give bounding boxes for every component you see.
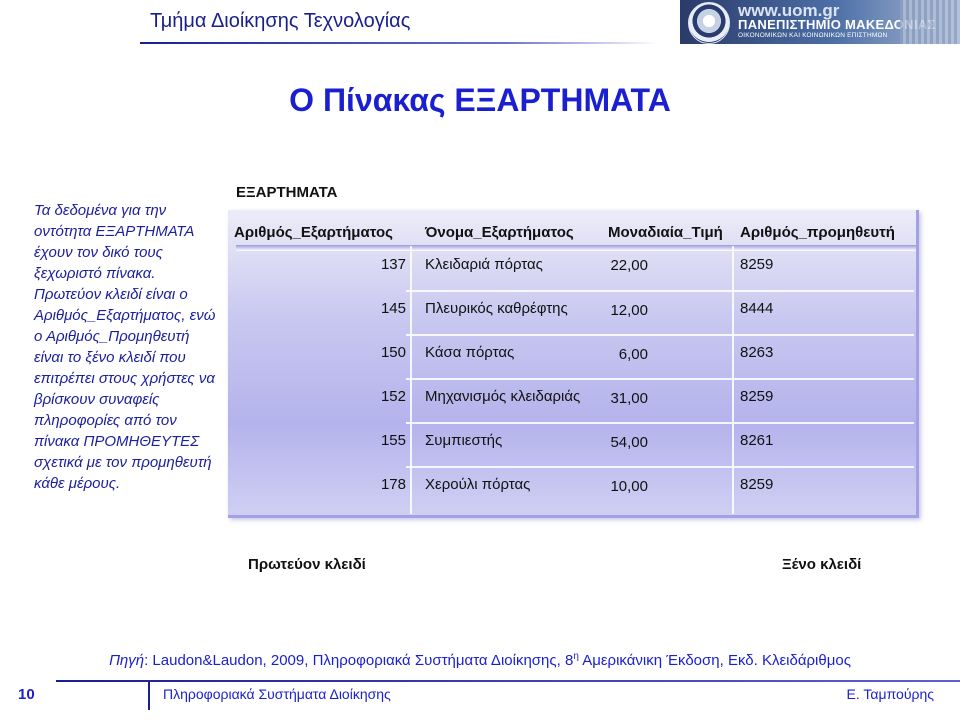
supplier-no-cell: 8263 — [740, 344, 774, 361]
slide-title: Ο Πίνακας ΕΞΑΡΤΗΜΑΤΑ — [289, 82, 671, 118]
part-name-cell: Πλευρικός καθρέφτης — [425, 300, 568, 317]
part-name-cell: Μηχανισμός κλειδαριάς — [425, 388, 581, 405]
unit-price-cell: 12,00 — [610, 302, 648, 319]
column-separator — [732, 246, 734, 514]
row-divider — [406, 290, 914, 292]
part-no-cell: 150 — [380, 344, 406, 361]
primary-key-label: Πρωτεύον κλειδί — [248, 556, 366, 573]
supplier-no-cell: 8259 — [740, 388, 774, 405]
row-divider — [406, 466, 914, 468]
column-header-part-no: Αριθμός_Εξαρτήματος — [234, 224, 393, 241]
course-name: Πληροφοριακά Συστήματα Διοίκησης — [163, 686, 391, 702]
building-image — [900, 0, 960, 44]
unit-price-cell: 22,00 — [610, 257, 648, 274]
unit-price-cell: 6,00 — [618, 346, 648, 363]
part-name-cell: Χερούλι πόρτας — [425, 476, 531, 493]
author-name: Ε. Ταμπούρης — [846, 686, 934, 702]
supplier-no-cell: 8259 — [740, 256, 774, 273]
source-label: Πηγή — [109, 652, 145, 669]
supplier-no-cell: 8444 — [740, 300, 774, 317]
university-logo-banner: www.uom.gr ΠΑΝΕΠΙΣΤΗΜΙΟ ΜΑΚΕΔΟΝΙΑΣ ΟΙΚΟΝ… — [680, 0, 960, 44]
supplier-no-cell: 8261 — [740, 432, 774, 449]
part-name-cell: Κλειδαριά πόρτας — [425, 256, 543, 273]
source-text: : Laudon&Laudon, 2009, Πληροφοριακά Συστ… — [144, 652, 574, 669]
row-divider — [406, 378, 914, 380]
part-no-cell: 137 — [380, 256, 406, 273]
column-header-unit-price: Μοναδιαία_Τιμή — [608, 224, 723, 241]
header-divider — [140, 42, 660, 44]
column-separator — [410, 246, 412, 514]
source-citation: Πηγή: Laudon&Laudon, 2009, Πληροφοριακά … — [0, 651, 960, 669]
unit-price-cell: 10,00 — [610, 478, 648, 495]
unit-price-cell: 31,00 — [610, 390, 648, 407]
footer-divider — [56, 680, 960, 682]
header-divider-line — [236, 245, 916, 251]
part-name-cell: Συμπιεστής — [425, 432, 503, 449]
supplier-no-cell: 8259 — [740, 476, 774, 493]
page-number: 10 — [18, 686, 35, 703]
department-title: Τμήμα Διοίκησης Τεχνολογίας — [150, 10, 411, 32]
row-divider — [406, 422, 914, 424]
column-header-part-name: Όνομα_Εξαρτήματος — [425, 224, 574, 241]
explanation-text: Τα δεδομένα για την οντότητα ΕΞΑΡΤΗΜΑΤΑ … — [34, 202, 216, 492]
part-no-cell: 152 — [380, 388, 406, 405]
column-header-supplier-no: Αριθμός_προμηθευτή — [740, 224, 895, 241]
part-no-cell: 145 — [380, 300, 406, 317]
row-divider — [406, 334, 914, 336]
unit-price-cell: 54,00 — [610, 434, 648, 451]
university-seal-icon — [688, 2, 730, 44]
part-no-cell: 155 — [380, 432, 406, 449]
table-name: ΕΞΑΡΤΗΜΑΤΑ — [236, 184, 338, 201]
part-no-cell: 178 — [380, 476, 406, 493]
foreign-key-label: Ξένο κλειδί — [782, 556, 862, 573]
logo-university-subtitle: ΟΙΚΟΝΟΜΙΚΩΝ ΚΑΙ ΚΟΙΝΩΝΙΚΩΝ ΕΠΙΣΤΗΜΩΝ — [738, 32, 888, 39]
footer-tick — [148, 682, 150, 710]
source-text-after: Αμερικάνικη Έκδοση, Εκδ. Κλειδάριθμος — [578, 652, 851, 669]
parts-table: Αριθμός_Εξαρτήματος Όνομα_Εξαρτήματος Μο… — [228, 210, 919, 518]
part-name-cell: Κάσα πόρτας — [425, 344, 515, 361]
